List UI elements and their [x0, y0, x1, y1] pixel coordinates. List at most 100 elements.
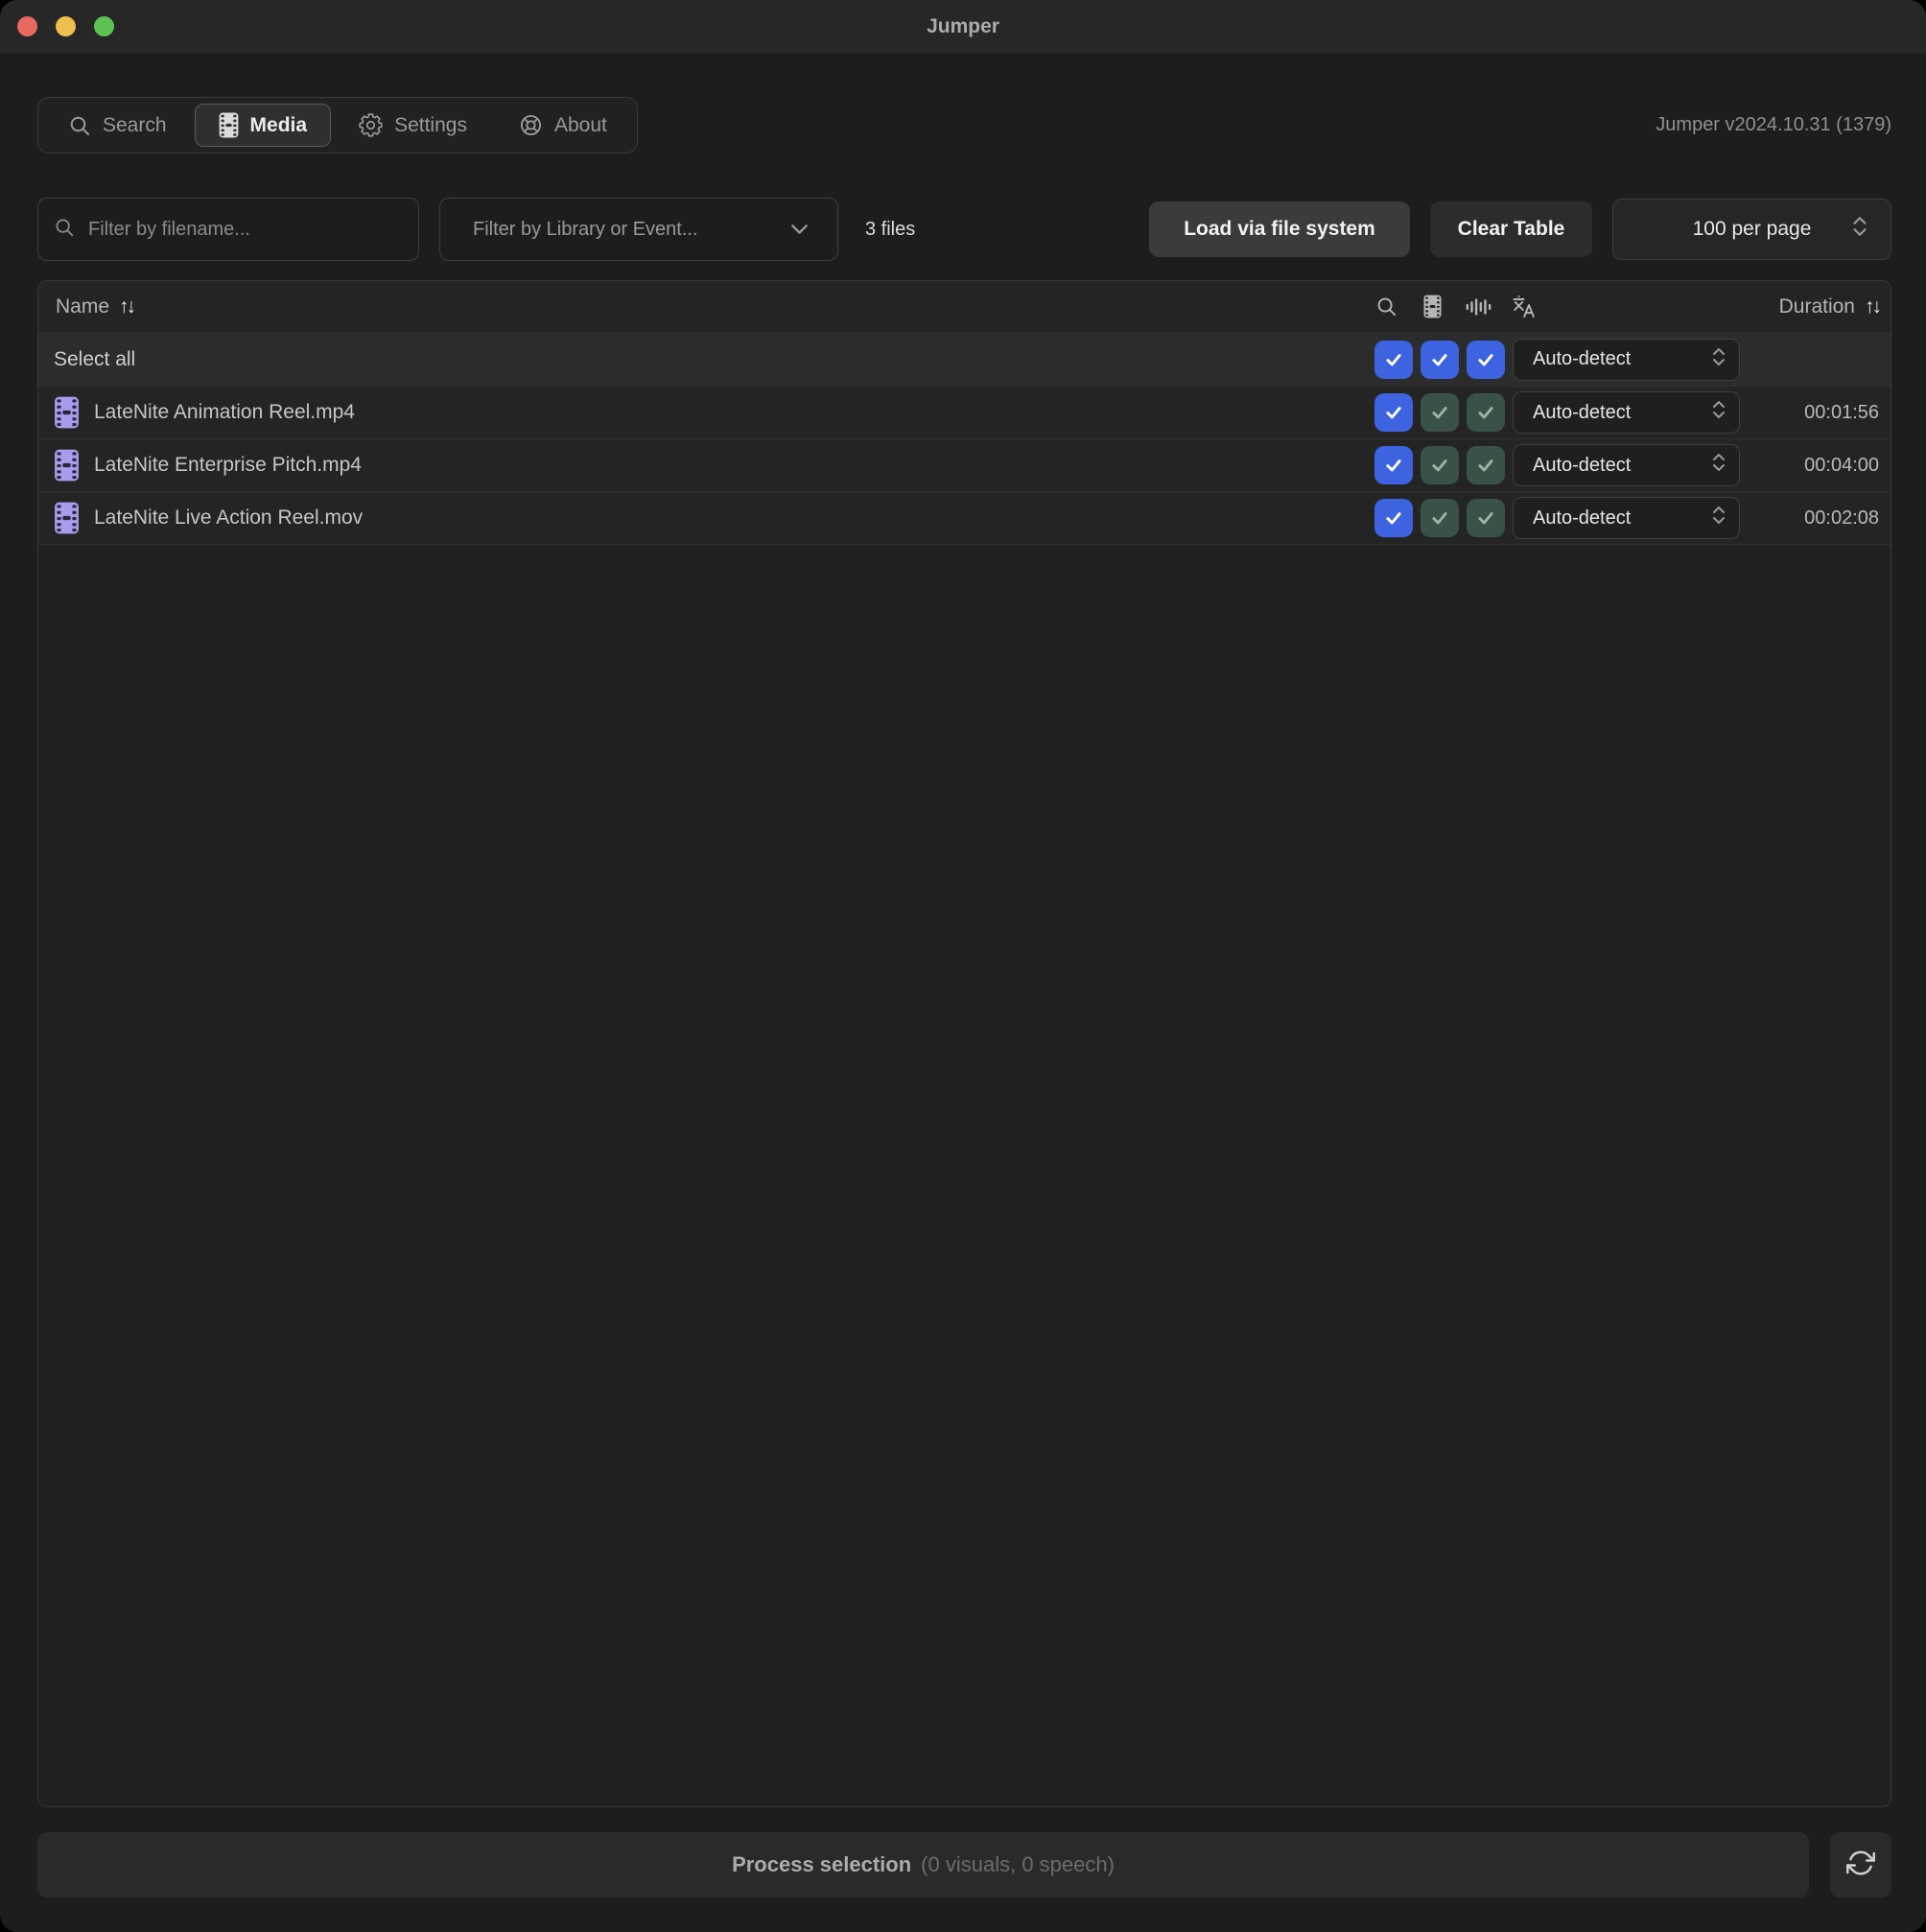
speech-checkbox[interactable]: [1467, 393, 1505, 432]
file-rows: LateNite Animation Reel.mp4 Auto-detect …: [38, 387, 1891, 545]
frame-text-checkbox[interactable]: [1421, 393, 1459, 432]
duration-cell: 00:02:08: [1804, 507, 1879, 529]
speech-checkbox[interactable]: [1467, 446, 1505, 484]
tab-settings[interactable]: Settings: [335, 104, 491, 147]
tab-media[interactable]: Media: [194, 104, 332, 147]
frame-text-checkbox[interactable]: [1421, 499, 1459, 537]
search-icon: [68, 114, 91, 137]
language-select-value: Auto-detect: [1533, 507, 1632, 529]
chevron-up-down-icon: [1712, 346, 1726, 373]
toolbar-right: Load via file system Clear Table 100 per…: [1149, 199, 1891, 260]
duration-cell: 00:01:56: [1804, 401, 1879, 423]
refresh-icon: [1846, 1849, 1875, 1882]
tab-search[interactable]: Search: [44, 104, 191, 147]
film-icon: [219, 112, 239, 138]
duration-header-label: Duration: [1778, 295, 1855, 318]
duration-column-header[interactable]: Duration ↑↓: [1551, 295, 1891, 318]
main-content: Search Media Settings About Jumper v2024…: [0, 55, 1926, 1932]
tab-settings-label: Settings: [394, 113, 467, 136]
row-controls: Auto-detect 00:02:08: [1374, 497, 1891, 539]
visual-search-checkbox[interactable]: [1374, 393, 1413, 432]
app-window: Jumper Search Media Settings About Jumpe…: [0, 0, 1926, 1932]
select-all-label: Select all: [54, 347, 136, 370]
tab-about-label: About: [553, 113, 607, 136]
process-button-label: Process selection: [732, 1852, 912, 1876]
header-column-icons: Duration ↑↓: [1367, 295, 1891, 318]
file-count: 3 files: [865, 218, 916, 240]
frame-text-checkbox[interactable]: [1421, 446, 1459, 484]
file-name: LateNite Live Action Reel.mov: [94, 507, 364, 529]
language-select[interactable]: Auto-detect: [1513, 391, 1740, 434]
chevron-up-down-icon: [1712, 452, 1726, 479]
waveform-column-icon: [1459, 295, 1497, 318]
life-buoy-icon: [519, 113, 543, 137]
process-button-detail: (0 visuals, 0 speech): [921, 1852, 1115, 1876]
toolbar: Filter by Library or Event... 3 files Lo…: [37, 198, 1891, 261]
visual-search-column-icon: [1367, 295, 1405, 318]
tab-group: Search Media Settings About: [37, 97, 638, 153]
language-select-value: Auto-detect: [1533, 348, 1632, 369]
file-name: LateNite Enterprise Pitch.mp4: [94, 454, 362, 476]
chevron-up-down-icon: [1852, 215, 1867, 244]
zoom-button[interactable]: [94, 16, 114, 36]
select-all-visual-checkbox[interactable]: [1374, 340, 1413, 379]
table-row: LateNite Animation Reel.mp4 Auto-detect …: [38, 387, 1891, 439]
tab-about[interactable]: About: [495, 104, 631, 147]
table-row: LateNite Live Action Reel.mov Auto-detec…: [38, 492, 1891, 545]
window-title: Jumper: [927, 15, 999, 37]
sort-arrows-icon: ↑↓: [1865, 295, 1882, 318]
film-column-icon: [1413, 295, 1451, 318]
name-header-label: Name: [56, 295, 110, 318]
refresh-button[interactable]: [1830, 1832, 1891, 1897]
language-select[interactable]: Auto-detect: [1513, 444, 1740, 486]
duration-cell: 00:04:00: [1804, 454, 1879, 476]
table-empty-area: [38, 545, 1891, 1806]
visual-search-checkbox[interactable]: [1374, 446, 1413, 484]
chevron-down-icon: [790, 219, 809, 241]
table-row: LateNite Enterprise Pitch.mp4 Auto-detec…: [38, 439, 1891, 492]
row-controls: Auto-detect 00:04:00: [1374, 444, 1891, 486]
clear-table-button[interactable]: Clear Table: [1430, 201, 1592, 257]
select-all-row: Select all Auto-detect: [38, 333, 1891, 387]
clear-button-label: Clear Table: [1457, 218, 1565, 240]
select-all-frame-checkbox[interactable]: [1421, 340, 1459, 379]
language-select[interactable]: Auto-detect: [1513, 497, 1740, 539]
filename-filter-input[interactable]: [86, 217, 403, 242]
load-button-label: Load via file system: [1184, 218, 1375, 240]
footer-bar: Process selection (0 visuals, 0 speech): [37, 1832, 1891, 1897]
load-via-file-system-button[interactable]: Load via file system: [1149, 201, 1410, 257]
visual-search-checkbox[interactable]: [1374, 499, 1413, 537]
minimize-button[interactable]: [56, 16, 76, 36]
media-table: Name ↑↓ Duration ↑↓ Select all Auto-dete…: [37, 280, 1891, 1807]
video-file-icon: [54, 449, 80, 482]
gear-icon: [359, 113, 383, 137]
select-all-speech-checkbox[interactable]: [1467, 340, 1505, 379]
traffic-lights: [17, 16, 114, 36]
library-filter-label: Filter by Library or Event...: [473, 218, 698, 240]
filename-filter: [37, 198, 419, 261]
row-controls: Auto-detect 00:01:56: [1374, 391, 1891, 434]
select-all-language-select[interactable]: Auto-detect: [1513, 338, 1740, 381]
file-name: LateNite Animation Reel.mp4: [94, 401, 355, 423]
process-selection-button[interactable]: Process selection (0 visuals, 0 speech): [37, 1832, 1809, 1897]
search-icon: [54, 217, 75, 243]
tab-row: Search Media Settings About Jumper v2024…: [37, 97, 1891, 153]
page-size-value: 100 per page: [1692, 218, 1812, 240]
close-button[interactable]: [17, 16, 37, 36]
library-filter-dropdown[interactable]: Filter by Library or Event...: [439, 198, 838, 261]
page-size-select[interactable]: 100 per page: [1612, 199, 1891, 260]
chevron-up-down-icon: [1712, 505, 1726, 531]
video-file-icon: [54, 502, 80, 534]
speech-checkbox[interactable]: [1467, 499, 1505, 537]
video-file-icon: [54, 396, 80, 429]
name-column-header[interactable]: Name ↑↓: [56, 295, 136, 318]
tab-media-label: Media: [249, 113, 308, 136]
sort-arrows-icon: ↑↓: [119, 295, 136, 318]
title-bar: Jumper: [0, 0, 1926, 55]
table-header: Name ↑↓ Duration ↑↓: [38, 281, 1891, 333]
tab-search-label: Search: [103, 113, 167, 136]
chevron-up-down-icon: [1712, 399, 1726, 426]
translate-column-icon: [1505, 295, 1543, 318]
select-all-controls: Auto-detect: [1374, 338, 1891, 381]
language-select-value: Auto-detect: [1533, 454, 1632, 476]
